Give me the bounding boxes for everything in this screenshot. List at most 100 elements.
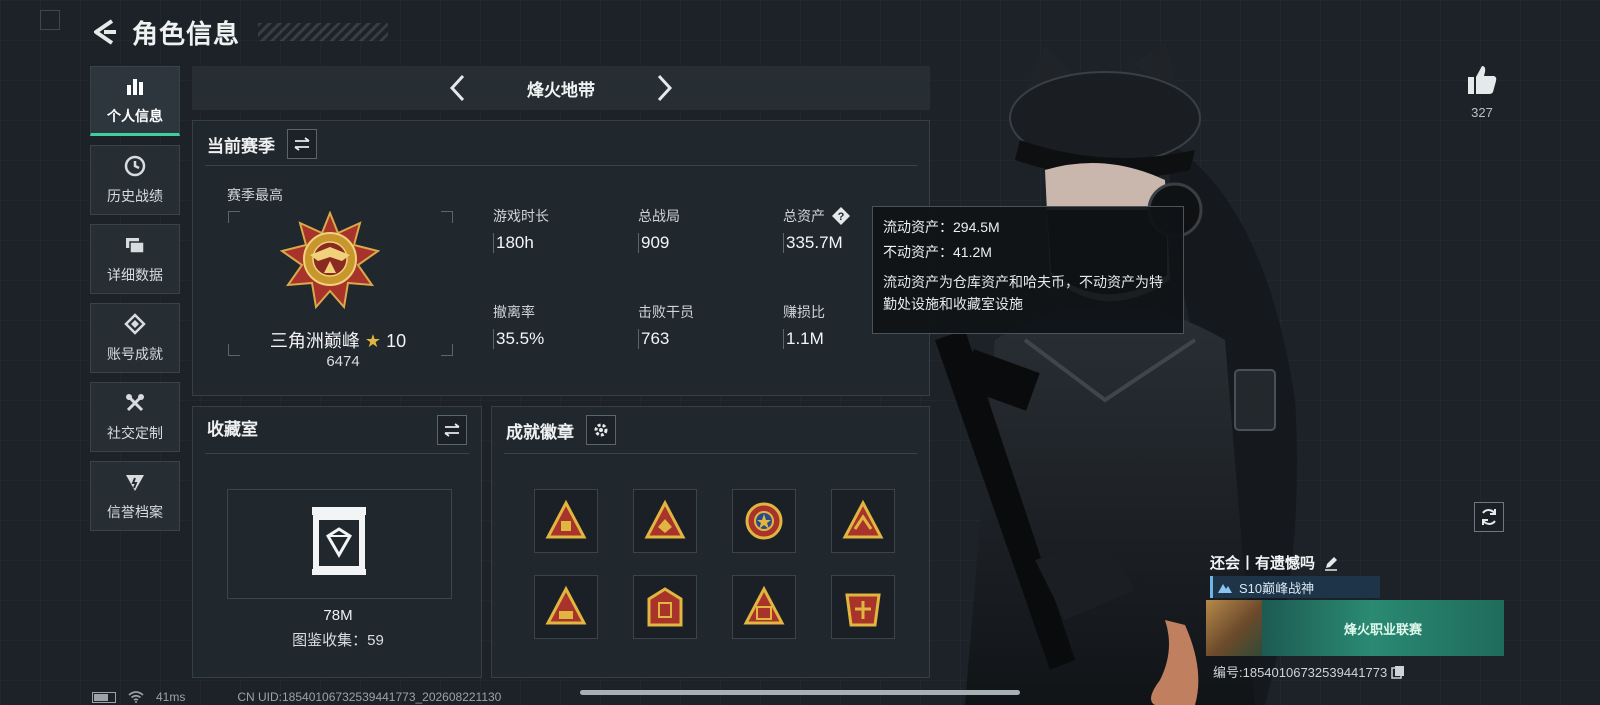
help-icon[interactable]: ? [831, 206, 851, 226]
sidebar-item-social-custom[interactable]: 社交定制 [90, 382, 180, 452]
achievement-icon [123, 312, 147, 336]
badge-item[interactable] [831, 575, 895, 639]
bar-chart-icon [123, 74, 147, 98]
like-count: 327 [1471, 105, 1493, 120]
stat-label: 总战局 [638, 208, 680, 224]
chevron-right-icon[interactable] [651, 73, 677, 103]
corner-decoration [40, 10, 60, 30]
badges-title: 成就徽章 [506, 422, 574, 442]
divider [205, 453, 469, 454]
sidebar: 个人信息 历史战绩 详细数据 账号成就 社交定制 信誉档案 [90, 66, 180, 540]
sidebar-item-label: 信誉档案 [107, 504, 163, 520]
triangle-badge-icon [644, 499, 686, 539]
uid-text: CN UID:18540106732539441773_202608221130 [237, 690, 502, 704]
triangle-badge-icon [842, 499, 884, 539]
badge-item[interactable] [534, 489, 598, 553]
stat-extraction-rate: 撤离率 35.5% [493, 301, 623, 349]
player-id: 编号:18540106732539441773 [1213, 665, 1388, 680]
stat-total-matches: 总战局 909 [638, 205, 768, 253]
sidebar-item-detailed-data[interactable]: 详细数据 [90, 224, 180, 294]
rank-name: 三角洲巅峰 [269, 331, 360, 351]
banner-text: 烽火职业联赛 [1343, 621, 1422, 637]
sidebar-item-label: 历史战绩 [107, 188, 163, 204]
stat-value: 909 [638, 233, 768, 253]
badge-item[interactable] [633, 489, 697, 553]
back-arrow-icon[interactable] [90, 17, 120, 47]
sidebar-item-history[interactable]: 历史战绩 [90, 145, 180, 215]
season-panel: 当前赛季 赛季最高 三角洲巅峰 ★ 10 6474 游戏时长 180h 总战局 … [192, 120, 930, 396]
medal-badge-icon [745, 502, 783, 540]
collection-amount: 78M [323, 607, 353, 624]
sidebar-item-personal-info[interactable]: 个人信息 [90, 66, 180, 136]
status-bar: 41ms CN UID:18540106732539441773_2026082… [92, 689, 501, 705]
badges-panel: 成就徽章 [491, 406, 930, 678]
badge-item[interactable] [534, 575, 598, 639]
tools-icon [123, 391, 147, 415]
tooltip-fixed-assets: 不动资产：41.2M [883, 244, 992, 260]
swap-icon [444, 423, 460, 437]
player-name: 还会丨有遗憾吗 [1210, 555, 1316, 572]
sidebar-item-label: 个人信息 [107, 108, 163, 124]
rank-points: 6474 [326, 353, 360, 370]
season-best-label: 赛季最高 [227, 187, 283, 203]
like-button[interactable]: 327 [1462, 64, 1502, 120]
refresh-icon [1482, 509, 1496, 525]
player-name-row: 还会丨有遗憾吗 [1210, 552, 1339, 573]
collection-vault-icon [312, 507, 366, 575]
badge-item[interactable] [732, 489, 796, 553]
battery-icon [92, 691, 116, 703]
stat-value: 35.5% [493, 329, 623, 349]
badge-item[interactable] [732, 575, 796, 639]
badge-item[interactable] [831, 489, 895, 553]
collection-panel-header: 收藏室 [207, 415, 258, 440]
stat-play-time: 游戏时长 180h [493, 205, 623, 253]
season-panel-header: 当前赛季 [207, 129, 317, 159]
stat-label: 总资产 [783, 208, 825, 224]
ping-value: 41ms [156, 690, 186, 704]
thumbs-up-icon [1468, 66, 1497, 94]
season-title-text: S10巅峰战神 [1239, 580, 1315, 596]
sidebar-item-achievements[interactable]: 账号成就 [90, 303, 180, 373]
season-title-badge: S10巅峰战神 [1210, 576, 1380, 598]
history-icon [123, 154, 147, 178]
banner-main: 烽火职业联赛 [1262, 600, 1504, 656]
season-title: 当前赛季 [207, 136, 275, 156]
switch-season-button[interactable] [287, 129, 317, 159]
tooltip-description: 流动资产为仓库资产和哈夫币，不动资产为特勤处设施和收藏室设施 [883, 274, 1163, 312]
stat-label: 击败干员 [638, 304, 694, 320]
divider [504, 453, 917, 454]
chevron-left-icon[interactable] [445, 73, 471, 103]
badge-settings-button[interactable] [586, 415, 616, 445]
triangle-badge-icon [545, 499, 587, 539]
stat-label: 游戏时长 [493, 208, 549, 224]
collection-title: 收藏室 [207, 420, 258, 439]
sidebar-item-label: 账号成就 [107, 346, 163, 362]
switch-collection-button[interactable] [437, 415, 467, 445]
svg-text:?: ? [838, 211, 845, 223]
sidebar-item-label: 详细数据 [107, 267, 163, 283]
sidebar-item-label: 社交定制 [107, 425, 163, 441]
banner-thumbnail [1206, 600, 1262, 656]
gear-icon [594, 423, 608, 437]
stat-value: 763 [638, 329, 768, 349]
home-indicator[interactable] [580, 690, 1020, 695]
profile-banner[interactable]: 烽火职业联赛 [1206, 600, 1504, 656]
page-title: 角色信息 [132, 18, 241, 49]
rank-line: 三角洲巅峰 ★ 10 [193, 327, 483, 353]
badge-item[interactable] [633, 575, 697, 639]
badges-panel-header: 成就徽章 [506, 415, 616, 445]
star-icon: ★ [364, 331, 382, 351]
divider [205, 165, 917, 166]
rank-emblem-icon [280, 211, 380, 310]
edit-pencil-icon[interactable] [1323, 555, 1339, 571]
rank-level: 10 [386, 331, 407, 351]
triangle-badge-icon [545, 585, 587, 625]
sidebar-item-reputation[interactable]: 信誉档案 [90, 461, 180, 531]
stat-label: 撤离率 [493, 304, 535, 320]
page-header: 角色信息 [90, 14, 389, 50]
copy-icon[interactable] [1391, 665, 1405, 679]
assets-tooltip: 流动资产：294.5M 不动资产：41.2M 流动资产为仓库资产和哈夫币，不动资… [872, 206, 1184, 334]
refresh-button[interactable] [1474, 502, 1504, 532]
mountain-icon [1218, 584, 1232, 593]
swap-icon [294, 137, 310, 151]
